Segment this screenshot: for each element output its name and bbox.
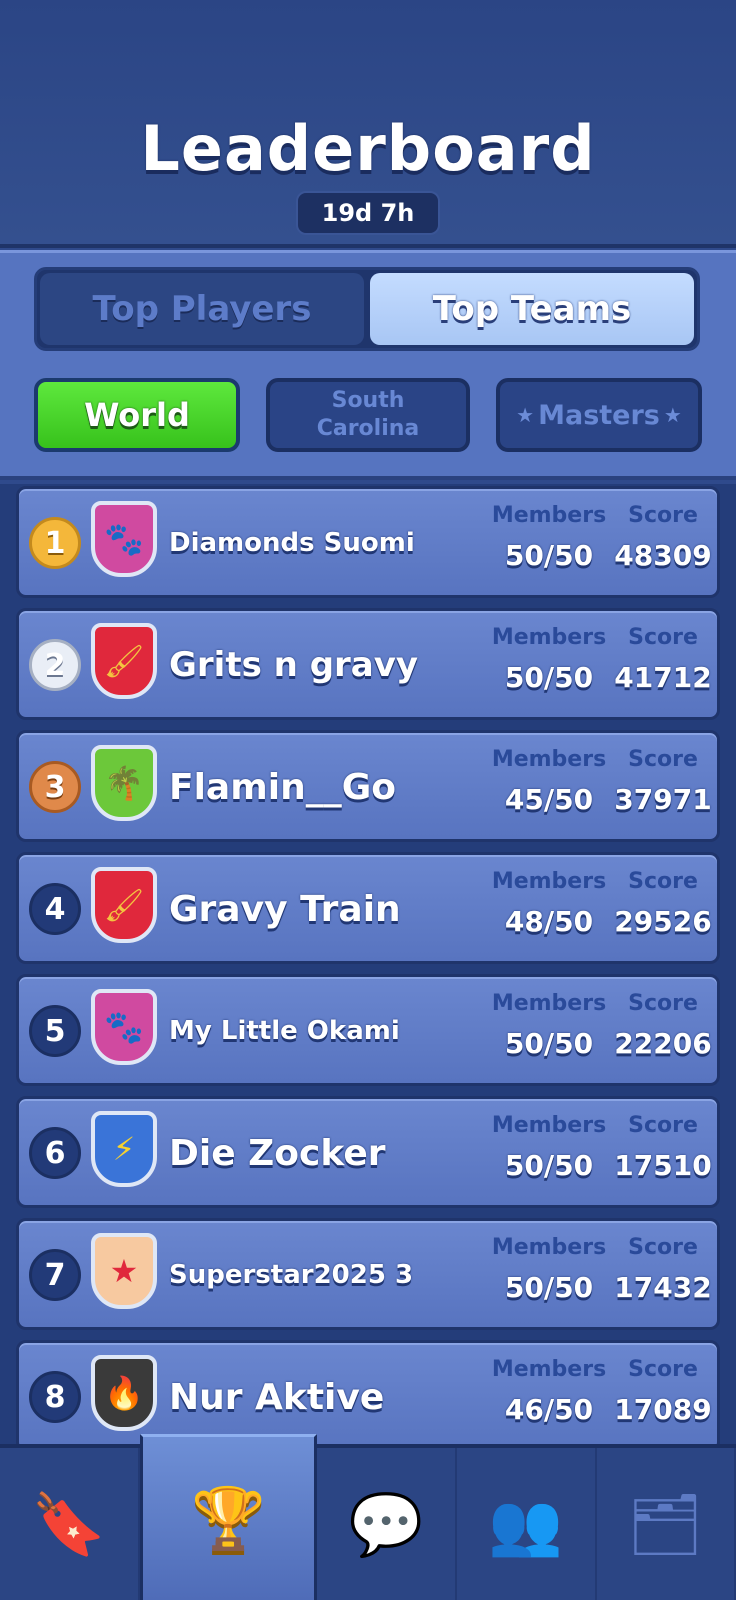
team-name: Gravy Train <box>169 888 401 930</box>
star-icon: ★ <box>663 403 682 427</box>
bottom-nav: 🔖 🏆 💬 👥 🗂 <box>0 1434 736 1600</box>
score-value: 17510 <box>614 1149 712 1182</box>
members-value: 46/50 <box>504 1393 594 1426</box>
team-name: Diamonds Suomi <box>169 528 415 558</box>
members-label: Members <box>491 869 607 894</box>
star-icon: ★ <box>516 403 535 427</box>
score-value: 37971 <box>614 783 712 816</box>
score-value: 22206 <box>614 1027 712 1060</box>
score-value: 29526 <box>614 905 712 938</box>
rank-badge: 3 <box>29 761 81 813</box>
team-row[interactable]: 8 🔥 Nur Aktive Members Score 46/50 17089 <box>16 1340 720 1444</box>
team-list[interactable]: 1 🐾 Diamonds Suomi Members Score 50/50 4… <box>0 484 736 1444</box>
team-row[interactable]: 6 ⚡ Die Zocker Members Score 50/50 17510 <box>16 1096 720 1208</box>
team-row[interactable]: 2 🖌 Grits n gravy Members Score 50/50 41… <box>16 608 720 720</box>
members-label: Members <box>491 1113 607 1138</box>
score-value: 17089 <box>614 1393 712 1426</box>
lightning-icon: ⚡ <box>112 1130 136 1168</box>
score-label: Score <box>628 869 698 894</box>
countdown-timer: 19d 7h <box>296 191 440 235</box>
region-masters-label: Masters <box>538 399 660 431</box>
score-label: Score <box>628 747 698 772</box>
members-label: Members <box>491 625 607 650</box>
rank-badge: 1 <box>29 517 81 569</box>
members-value: 50/50 <box>504 539 594 572</box>
members-value: 50/50 <box>504 1027 594 1060</box>
score-label: Score <box>628 991 698 1016</box>
paw-icon: 🐾 <box>104 520 144 558</box>
flame-icon: 🔥 <box>104 1374 144 1412</box>
members-label: Members <box>491 1357 607 1382</box>
team-name: Grits n gravy <box>169 645 419 685</box>
members-label: Members <box>491 503 607 528</box>
tab-top-teams[interactable]: Top Teams <box>370 273 694 345</box>
members-value: 45/50 <box>504 783 594 816</box>
score-label: Score <box>628 1235 698 1260</box>
region-south-carolina-label: South Carolina <box>316 388 420 441</box>
nav-trophy-icon[interactable]: 🏆 <box>139 1434 318 1600</box>
members-value: 50/50 <box>504 661 594 694</box>
members-label: Members <box>491 1235 607 1260</box>
score-value: 17432 <box>614 1271 712 1304</box>
team-badge: ⚡ <box>91 1111 157 1187</box>
header: Leaderboard 19d 7h <box>0 0 736 248</box>
nav-album-icon[interactable]: 🗂 <box>597 1448 736 1600</box>
tab-top-players[interactable]: Top Players <box>40 273 364 345</box>
members-value: 50/50 <box>504 1149 594 1182</box>
rank-badge: 2 <box>29 639 81 691</box>
team-badge: 🖌 <box>91 623 157 699</box>
region-masters-button[interactable]: ★ Masters ★ <box>496 378 702 452</box>
team-name: Die Zocker <box>169 1132 386 1174</box>
team-badge: 🌴 <box>91 745 157 821</box>
team-name: Flamin__Go <box>169 766 396 808</box>
team-name: Nur Aktive <box>169 1376 385 1418</box>
team-badge: 🐾 <box>91 989 157 1065</box>
members-label: Members <box>491 991 607 1016</box>
team-row[interactable]: 7 ★ Superstar2025 3 Members Score 50/50 … <box>16 1218 720 1330</box>
score-value: 48309 <box>614 539 712 572</box>
team-row[interactable]: 1 🐾 Diamonds Suomi Members Score 50/50 4… <box>16 486 720 598</box>
palm-tree-icon: 🌴 <box>104 764 144 802</box>
team-name: My Little Okami <box>169 1016 400 1046</box>
nav-chat-icon[interactable]: 💬 <box>317 1448 457 1600</box>
nav-team-icon[interactable]: 👥 <box>457 1448 597 1600</box>
nav-bookmark-box-icon[interactable]: 🔖 <box>0 1448 140 1600</box>
brush-icon: 🖌 <box>103 886 145 924</box>
score-value: 41712 <box>614 661 712 694</box>
paw-icon: 🐾 <box>104 1008 144 1046</box>
team-row[interactable]: 3 🌴 Flamin__Go Members Score 45/50 37971 <box>16 730 720 842</box>
score-label: Score <box>628 503 698 528</box>
team-badge: 🔥 <box>91 1355 157 1431</box>
members-label: Members <box>491 747 607 772</box>
score-label: Score <box>628 1113 698 1138</box>
members-value: 50/50 <box>504 1271 594 1304</box>
brush-icon: 🖌 <box>103 642 145 680</box>
leaderboard-tabs: Top Players Top Teams <box>34 267 700 351</box>
rank-badge: 4 <box>29 883 81 935</box>
region-world-button[interactable]: World <box>34 378 240 452</box>
score-label: Score <box>628 625 698 650</box>
page-title: Leaderboard <box>140 112 596 185</box>
rank-badge: 6 <box>29 1127 81 1179</box>
star-icon: ★ <box>109 1252 139 1290</box>
team-badge: 🐾 <box>91 501 157 577</box>
rank-badge: 8 <box>29 1371 81 1423</box>
team-row[interactable]: 5 🐾 My Little Okami Members Score 50/50 … <box>16 974 720 1086</box>
rank-badge: 5 <box>29 1005 81 1057</box>
members-value: 48/50 <box>504 905 594 938</box>
score-label: Score <box>628 1357 698 1382</box>
team-name: Superstar2025 3 <box>169 1260 414 1290</box>
team-badge: 🖌 <box>91 867 157 943</box>
rank-badge: 7 <box>29 1249 81 1301</box>
region-south-carolina-button[interactable]: South Carolina <box>266 378 470 452</box>
team-row[interactable]: 4 🖌 Gravy Train Members Score 48/50 2952… <box>16 852 720 964</box>
team-badge: ★ <box>91 1233 157 1309</box>
